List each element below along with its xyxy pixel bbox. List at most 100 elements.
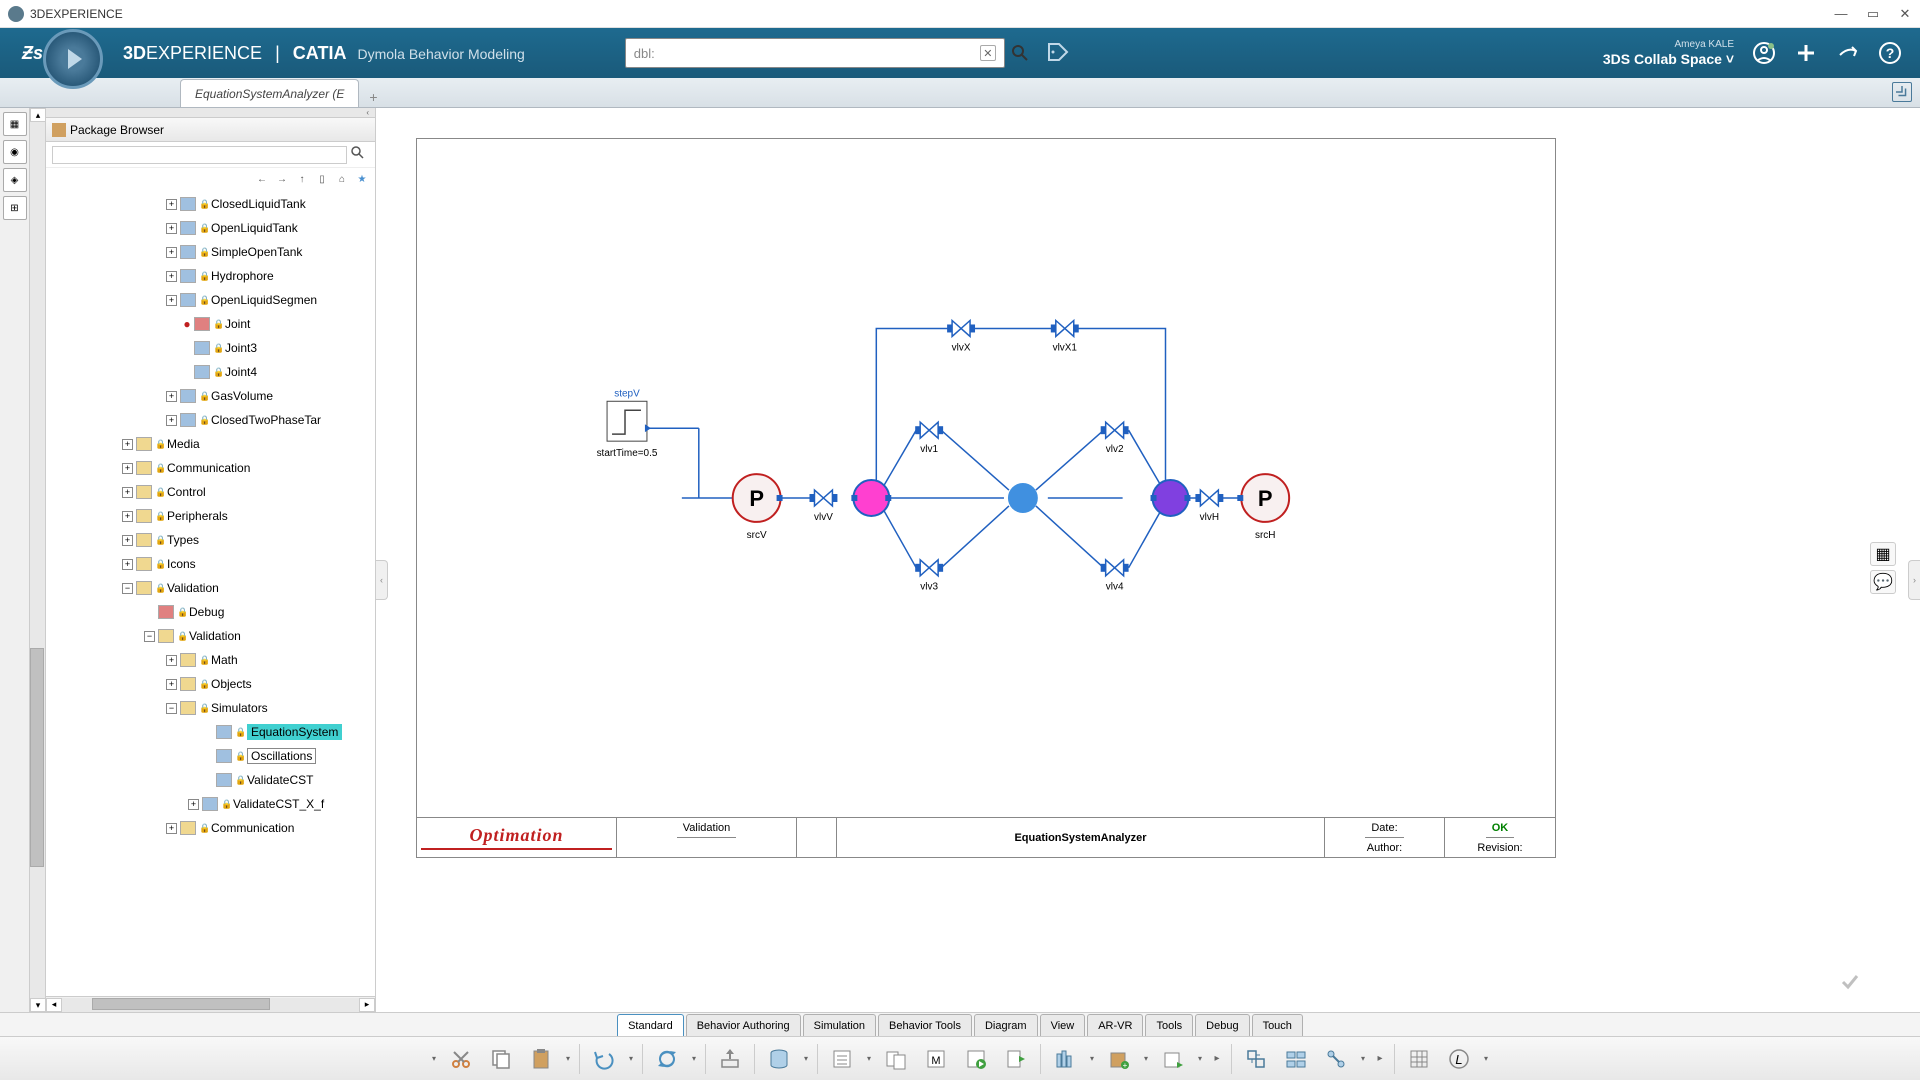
compass-button[interactable] — [43, 29, 103, 89]
collab-space-selector[interactable]: 3DS Collab Space ˅ — [1603, 51, 1734, 67]
tree-item[interactable]: +🔒GasVolume — [46, 384, 375, 408]
tree-item[interactable]: 🔒EquationSystem — [46, 720, 375, 744]
connection-dropdown-icon[interactable]: ▾ — [1358, 1054, 1368, 1063]
action-tab[interactable]: Tools — [1145, 1014, 1193, 1036]
help-icon[interactable]: ? — [1878, 41, 1902, 65]
tree-item[interactable]: +🔒SimpleOpenTank — [46, 240, 375, 264]
import-button[interactable] — [998, 1041, 1034, 1077]
expander-icon[interactable]: + — [166, 223, 177, 234]
package-tree[interactable]: +🔒ClosedLiquidTank+🔒OpenLiquidTank+🔒Simp… — [46, 190, 375, 996]
tree-item[interactable]: 🔒Joint4 — [46, 360, 375, 384]
action-tab[interactable]: Behavior Tools — [878, 1014, 972, 1036]
tree-item[interactable]: +🔒Hydrophore — [46, 264, 375, 288]
form-dropdown-icon[interactable]: ▾ — [864, 1054, 874, 1063]
action-tab[interactable]: Simulation — [803, 1014, 876, 1036]
expander-icon[interactable]: − — [166, 703, 177, 714]
undo-button[interactable] — [586, 1041, 622, 1077]
expander-icon[interactable]: + — [166, 391, 177, 402]
tree-item[interactable]: ●🔒Joint — [46, 312, 375, 336]
side-icon-3[interactable]: ◈ — [3, 168, 27, 192]
minimize-tabbar-icon[interactable] — [1892, 82, 1912, 102]
expander-icon[interactable]: + — [122, 511, 133, 522]
database-dropdown-icon[interactable]: ▾ — [801, 1054, 811, 1063]
hscroll-left-icon[interactable]: ◂ — [46, 998, 62, 1012]
toolbar-next-icon[interactable]: ▸ — [1209, 1041, 1225, 1077]
tree-item[interactable]: +🔒Icons — [46, 552, 375, 576]
tree-item[interactable]: +🔒ValidateCST_X_f — [46, 792, 375, 816]
action-tab[interactable]: Behavior Authoring — [686, 1014, 801, 1036]
model-diagram[interactable]: P srcV P srcH — [417, 139, 1555, 857]
tree-item[interactable]: 🔒Oscillations — [46, 744, 375, 768]
cut-button[interactable] — [443, 1041, 479, 1077]
tree-item[interactable]: −🔒Simulators — [46, 696, 375, 720]
expander-icon[interactable]: + — [122, 463, 133, 474]
tree-item[interactable]: +🔒OpenLiquidSegmen — [46, 288, 375, 312]
scroll-down-icon[interactable]: ▾ — [30, 998, 46, 1012]
close-button[interactable]: ✕ — [1898, 7, 1912, 21]
refresh-button[interactable] — [649, 1041, 685, 1077]
tree-item[interactable]: +🔒Control — [46, 480, 375, 504]
expander-icon[interactable]: + — [166, 295, 177, 306]
duplicate-button[interactable] — [878, 1041, 914, 1077]
tree-item[interactable]: +🔒Media — [46, 432, 375, 456]
nav-doc-icon[interactable]: ▯ — [315, 172, 329, 186]
export-button[interactable] — [712, 1041, 748, 1077]
undo-dropdown-icon[interactable]: ▾ — [626, 1054, 636, 1063]
panel-collapse-icon[interactable]: ‹ — [46, 108, 375, 118]
action-tab[interactable]: AR-VR — [1087, 1014, 1143, 1036]
paste-dropdown-icon[interactable]: ▾ — [563, 1054, 573, 1063]
grid-button[interactable] — [1401, 1041, 1437, 1077]
expander-icon[interactable]: + — [122, 535, 133, 546]
package-new-button[interactable]: + — [1101, 1041, 1137, 1077]
right-tool-1[interactable]: ▦ — [1870, 542, 1896, 566]
right-tool-2[interactable]: 💬 — [1870, 570, 1896, 594]
add-tab-button[interactable]: + — [363, 87, 383, 107]
action-tab[interactable]: Diagram — [974, 1014, 1038, 1036]
minimize-button[interactable]: — — [1834, 7, 1848, 21]
action-tab[interactable]: View — [1040, 1014, 1086, 1036]
paste-button[interactable] — [523, 1041, 559, 1077]
side-icon-4[interactable]: ⊞ — [3, 196, 27, 220]
action-tab[interactable]: Standard — [617, 1014, 684, 1036]
package-search-button[interactable] — [351, 146, 369, 164]
scroll-thumb[interactable] — [30, 648, 44, 867]
align-button[interactable] — [1278, 1041, 1314, 1077]
tree-item[interactable]: −🔒Validation — [46, 576, 375, 600]
run-button[interactable] — [1155, 1041, 1191, 1077]
expander-icon[interactable]: + — [166, 823, 177, 834]
copy-button[interactable] — [483, 1041, 519, 1077]
side-icon-1[interactable]: ▦ — [3, 112, 27, 136]
share-icon[interactable] — [1836, 41, 1860, 65]
nav-up-icon[interactable]: ↑ — [295, 172, 309, 186]
search-clear-icon[interactable]: ✕ — [980, 45, 996, 61]
expander-icon[interactable]: + — [166, 679, 177, 690]
nav-home-icon[interactable]: ⌂ — [335, 172, 349, 186]
expander-icon[interactable]: + — [166, 415, 177, 426]
search-input[interactable]: dbl: ✕ — [625, 38, 1005, 68]
tree-item[interactable]: +🔒ClosedLiquidTank — [46, 192, 375, 216]
scroll-up-icon[interactable]: ▴ — [30, 108, 46, 122]
maximize-button[interactable]: ▭ — [1866, 7, 1880, 21]
nav-forward-icon[interactable]: → — [275, 172, 289, 186]
tree-item[interactable]: 🔒Debug — [46, 600, 375, 624]
hscroll-thumb[interactable] — [92, 998, 270, 1010]
expander-icon[interactable]: + — [166, 655, 177, 666]
expander-icon[interactable]: + — [122, 439, 133, 450]
transform-button[interactable] — [1238, 1041, 1274, 1077]
nav-back-icon[interactable]: ← — [255, 172, 269, 186]
tree-item[interactable]: +🔒Peripherals — [46, 504, 375, 528]
tree-item[interactable]: +🔒Math — [46, 648, 375, 672]
canvas-area[interactable]: ‹ › ▦ 💬 — [376, 108, 1920, 1012]
nav-fav-icon[interactable]: ★ — [355, 172, 369, 186]
hscroll-right-icon[interactable]: ▸ — [359, 998, 375, 1012]
side-icon-2[interactable]: ◉ — [3, 140, 27, 164]
layer-dropdown-icon[interactable]: ▾ — [1481, 1054, 1491, 1063]
left-collapse-icon[interactable]: ‹ — [376, 560, 388, 600]
action-tab[interactable]: Debug — [1195, 1014, 1249, 1036]
play-model-button[interactable] — [958, 1041, 994, 1077]
script-button[interactable]: M — [918, 1041, 954, 1077]
connection-button[interactable] — [1318, 1041, 1354, 1077]
expander-icon[interactable]: + — [166, 247, 177, 258]
tree-item[interactable]: +🔒Communication — [46, 816, 375, 840]
expander-icon[interactable]: − — [144, 631, 155, 642]
